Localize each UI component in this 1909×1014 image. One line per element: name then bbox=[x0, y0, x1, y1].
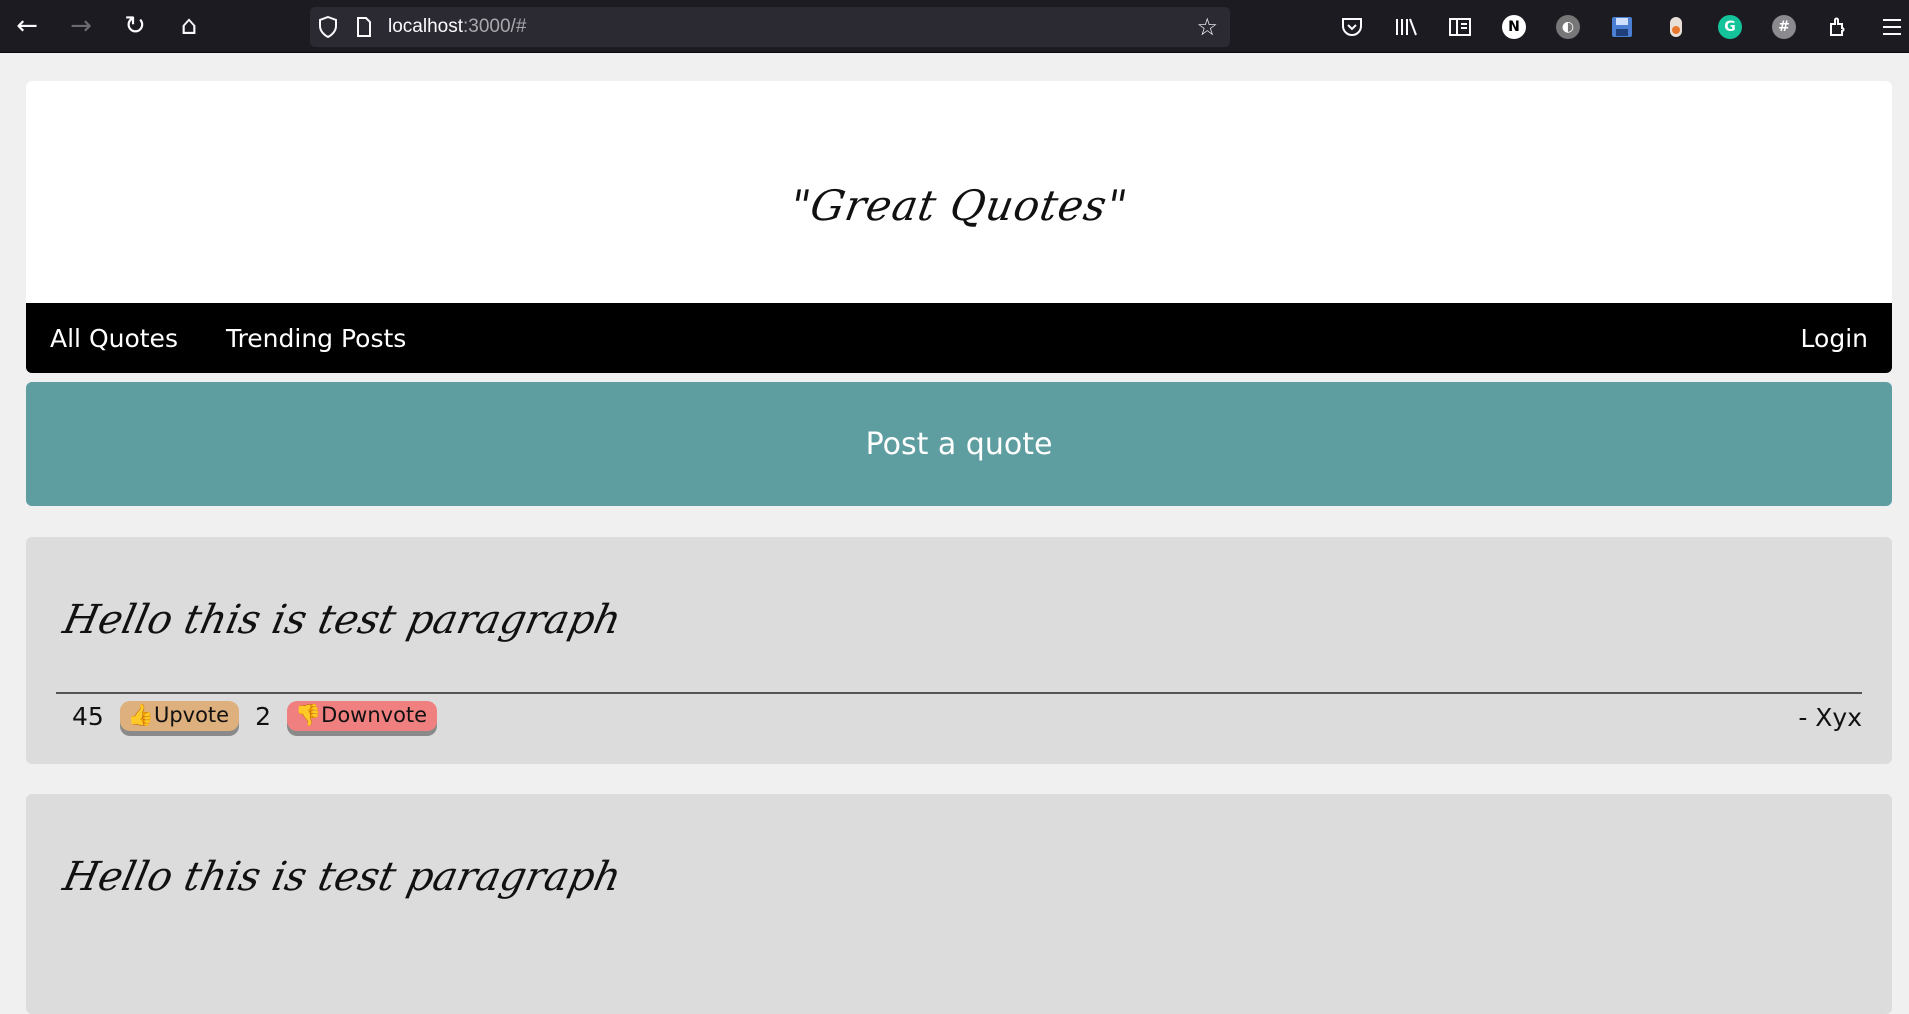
quote-text: Hello this is test paragraph bbox=[59, 854, 626, 900]
page-icon bbox=[346, 17, 382, 37]
vote-controls: 45 👍Upvote 2 👎Downvote bbox=[72, 701, 453, 731]
pocket-icon[interactable] bbox=[1325, 0, 1379, 53]
forward-button[interactable]: → bbox=[54, 0, 108, 53]
back-button[interactable]: ← bbox=[0, 0, 54, 53]
globe-icon[interactable]: # bbox=[1757, 0, 1811, 53]
shield-icon[interactable] bbox=[310, 16, 346, 38]
main-nav: All Quotes Trending Posts Login bbox=[26, 303, 1892, 373]
url-bar[interactable]: localhost:3000/# ☆ bbox=[310, 7, 1230, 47]
dark-reader-icon[interactable]: ◐ bbox=[1541, 0, 1595, 53]
star-icon[interactable]: ☆ bbox=[1196, 13, 1218, 41]
extension-toolbar: N ◐ G # bbox=[1325, 0, 1909, 53]
library-icon[interactable] bbox=[1379, 0, 1433, 53]
post-quote-button[interactable]: Post a quote bbox=[26, 382, 1892, 506]
site-logo: "Great Quotes" bbox=[786, 181, 1132, 230]
browser-toolbar: ← → ↻ ⌂ localhost:3000/# ☆ N ◐ G # bbox=[0, 0, 1909, 53]
downvote-count: 2 bbox=[255, 701, 271, 731]
nav-all-quotes[interactable]: All Quotes bbox=[50, 324, 178, 353]
upvote-button[interactable]: 👍Upvote bbox=[119, 701, 240, 731]
quote-card: Hello this is test paragraph 45 👍Upvote … bbox=[26, 537, 1892, 764]
home-button[interactable]: ⌂ bbox=[162, 0, 216, 53]
nav-trending-posts[interactable]: Trending Posts bbox=[226, 324, 406, 353]
record-icon[interactable] bbox=[1649, 0, 1703, 53]
downvote-button[interactable]: 👎Downvote bbox=[287, 701, 438, 731]
extensions-icon[interactable] bbox=[1811, 0, 1865, 53]
reader-icon[interactable] bbox=[1433, 0, 1487, 53]
save-icon[interactable] bbox=[1595, 0, 1649, 53]
menu-icon[interactable] bbox=[1865, 0, 1909, 53]
quote-text: Hello this is test paragraph bbox=[59, 597, 626, 643]
quote-divider bbox=[56, 692, 1862, 694]
n-extension-icon[interactable]: N bbox=[1487, 0, 1541, 53]
reload-button[interactable]: ↻ bbox=[108, 0, 162, 53]
grammarly-icon[interactable]: G bbox=[1703, 0, 1757, 53]
quote-author: - Xyx bbox=[1798, 703, 1862, 732]
site-header: "Great Quotes" bbox=[26, 81, 1892, 306]
upvote-count: 45 bbox=[72, 701, 104, 731]
nav-login[interactable]: Login bbox=[1801, 324, 1868, 353]
quote-card: Hello this is test paragraph bbox=[26, 794, 1892, 1014]
url-text[interactable]: localhost:3000/# bbox=[388, 16, 526, 38]
